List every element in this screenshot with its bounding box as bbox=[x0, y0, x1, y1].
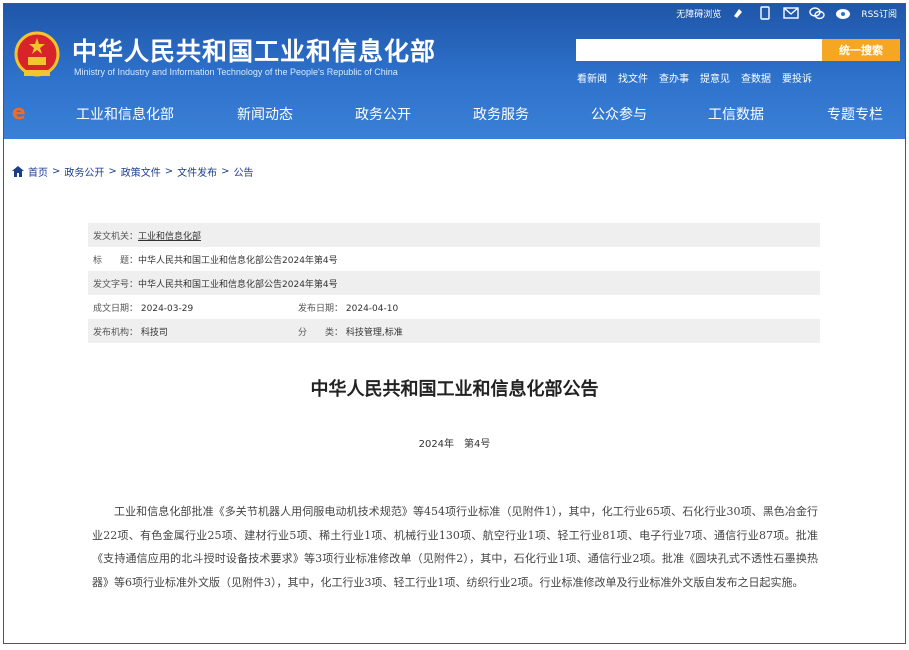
home-icon bbox=[12, 166, 24, 177]
meta-label: 分 类： bbox=[298, 327, 344, 338]
mail-icon[interactable] bbox=[783, 6, 800, 20]
main-nav: e 工业和信息化部 新闻动态 政务公开 政务服务 公众参与 工信数据 专题专栏 bbox=[4, 96, 905, 130]
category-value: 科技管理,标准 bbox=[345, 327, 403, 338]
document-number: 2024年 第4号 bbox=[418, 439, 491, 450]
page-frame: 中华人民共和国工业和信息化部 Ministry of Industry and … bbox=[3, 3, 906, 644]
meta-row-doc-no: 发文字号： 中华人民共和国工业和信息化部公告2024年第4号 bbox=[88, 271, 820, 295]
search-input[interactable] bbox=[576, 39, 822, 61]
breadcrumb-separator: > bbox=[108, 166, 117, 177]
site-header: 中华人民共和国工业和信息化部 Ministry of Industry and … bbox=[4, 4, 905, 139]
site-title[interactable]: 中华人民共和国工业和信息化部 bbox=[72, 32, 436, 68]
quick-link-files[interactable]: 找文件 bbox=[618, 70, 648, 85]
meta-label: 发文机关： bbox=[93, 231, 139, 242]
written-date-cell: 成文日期： 2024-03-29 bbox=[93, 301, 298, 314]
document-title: 中华人民共和国工业和信息化部公告 bbox=[310, 379, 599, 400]
weibo-icon[interactable] bbox=[731, 6, 747, 20]
issuer-link[interactable]: 工业和信息化部 bbox=[138, 229, 201, 242]
publish-date: 2024-04-10 bbox=[345, 303, 399, 314]
meta-row-org: 发布机构： 科技司 分 类： 科技管理,标准 bbox=[88, 319, 820, 343]
breadcrumb: 首页 > 政务公开 > 政策文件 > 文件发布 > 公告 bbox=[12, 164, 254, 179]
breadcrumb-separator: > bbox=[221, 166, 230, 177]
nav-item-ministry[interactable]: 工业和信息化部 bbox=[76, 104, 174, 124]
quick-links: 看新闻 找文件 查办事 提意见 查数据 要投诉 bbox=[577, 70, 812, 85]
category-cell: 分 类： 科技管理,标准 bbox=[298, 325, 403, 338]
wechat-icon[interactable] bbox=[809, 6, 826, 20]
breadcrumb-public[interactable]: 政务公开 bbox=[64, 164, 104, 179]
org-value: 科技司 bbox=[140, 327, 168, 338]
meta-row-issuer: 发文机关： 工业和信息化部 bbox=[88, 223, 820, 247]
nav-item-data[interactable]: 工信数据 bbox=[708, 104, 764, 124]
nav-item-news[interactable]: 新闻动态 bbox=[237, 104, 293, 124]
breadcrumb-release[interactable]: 文件发布 bbox=[177, 164, 217, 179]
top-links: 无障碍浏览 RSS订阅 bbox=[676, 6, 897, 20]
national-emblem-icon bbox=[14, 31, 60, 77]
quick-link-news[interactable]: 看新闻 bbox=[577, 70, 607, 85]
quick-link-complaint[interactable]: 要投诉 bbox=[782, 70, 812, 85]
nav-item-services[interactable]: 政务服务 bbox=[473, 104, 529, 124]
breadcrumb-policy[interactable]: 政策文件 bbox=[121, 164, 161, 179]
nav-logo-icon: e bbox=[12, 100, 26, 124]
site-subtitle: Ministry of Industry and Information Tec… bbox=[74, 67, 398, 77]
quick-link-feedback[interactable]: 提意见 bbox=[700, 70, 730, 85]
meta-label: 发布机构： bbox=[93, 327, 139, 338]
rss-link[interactable]: RSS订阅 bbox=[861, 7, 897, 20]
document-body: 工业和信息化部批准《多关节机器人用伺服电动机技术规范》等454项行业标准（见附件… bbox=[92, 505, 818, 589]
org-cell: 发布机构： 科技司 bbox=[93, 325, 298, 338]
written-date: 2024-03-29 bbox=[140, 303, 194, 314]
mobile-icon[interactable] bbox=[757, 6, 773, 20]
search-button[interactable]: 统一搜索 bbox=[822, 39, 900, 61]
meta-row-dates: 成文日期： 2024-03-29 发布日期： 2024-04-10 bbox=[88, 295, 820, 319]
publish-date-cell: 发布日期： 2024-04-10 bbox=[298, 301, 398, 314]
meta-label: 成文日期： bbox=[93, 303, 139, 314]
accessible-link[interactable]: 无障碍浏览 bbox=[676, 7, 721, 20]
meta-row-title: 标 题： 中华人民共和国工业和信息化部公告2024年第4号 bbox=[88, 247, 820, 271]
quick-link-data[interactable]: 查数据 bbox=[741, 70, 771, 85]
nav-item-topics[interactable]: 专题专栏 bbox=[827, 104, 883, 124]
document-meta-table: 发文机关： 工业和信息化部 标 题： 中华人民共和国工业和信息化部公告2024年… bbox=[88, 223, 820, 343]
meta-value: 中华人民共和国工业和信息化部公告2024年第4号 bbox=[138, 255, 338, 266]
quick-link-services[interactable]: 查办事 bbox=[659, 70, 689, 85]
meta-value: 中华人民共和国工业和信息化部公告2024年第4号 bbox=[138, 279, 338, 290]
breadcrumb-separator: > bbox=[52, 166, 61, 177]
breadcrumb-notice[interactable]: 公告 bbox=[234, 164, 254, 179]
meta-label: 发文字号： bbox=[93, 279, 139, 290]
nav-item-participation[interactable]: 公众参与 bbox=[591, 104, 647, 124]
breadcrumb-separator: > bbox=[164, 166, 174, 177]
meta-label: 发布日期： bbox=[298, 303, 344, 314]
breadcrumb-home[interactable]: 首页 bbox=[28, 164, 48, 179]
meta-label: 标 题： bbox=[93, 255, 139, 266]
nav-item-public[interactable]: 政务公开 bbox=[355, 104, 411, 124]
weibo-eye-icon[interactable] bbox=[835, 6, 851, 20]
